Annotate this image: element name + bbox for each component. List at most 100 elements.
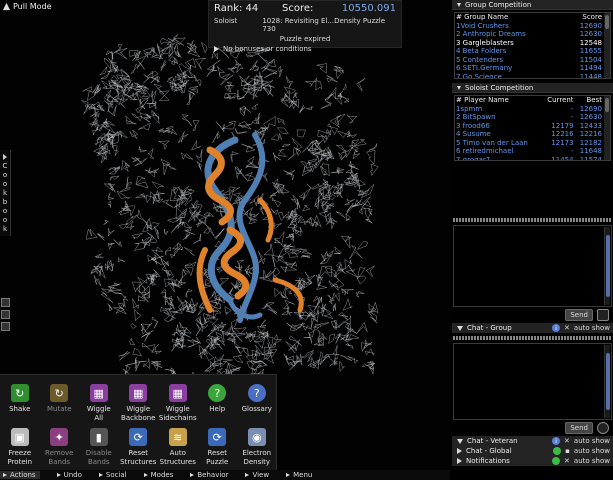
cookbook-letter: o	[2, 180, 8, 188]
lock-button[interactable]: ▣ Freeze Protein	[0, 428, 40, 466]
lock-icon: ▣	[10, 428, 29, 446]
chat-group-log[interactable]	[453, 225, 612, 307]
remove-bands-icon: ✦	[50, 428, 69, 446]
table-row[interactable]: 3 frood66 12179 12433	[455, 122, 603, 131]
table-row[interactable]: 6 SETI.Germany 11494	[455, 64, 603, 73]
info-icon[interactable]: i	[552, 324, 561, 332]
table-cell: 4 Susume	[456, 130, 491, 138]
table-row[interactable]: 5 Contenders 11504	[455, 56, 603, 65]
notifications-bar[interactable]: Notifications ✕ auto show	[452, 456, 613, 466]
soloist-leaderboard[interactable]: # Player Name Current Best 1spmm -12690 2 Bit…	[454, 95, 611, 161]
pull-mode-toggle[interactable]: Pull Mode	[2, 2, 52, 11]
menu-modes[interactable]: Modes	[141, 471, 173, 479]
table-row[interactable]: 7 grogar7 11454 11574	[455, 156, 603, 161]
table-cell: 12690	[579, 21, 602, 30]
action-label: Shake	[9, 405, 31, 413]
auto-show-label: auto show	[573, 324, 610, 332]
chat-group-bar[interactable]: Chat - Group i ✕ auto show	[452, 323, 613, 333]
send-button[interactable]: Send	[565, 422, 593, 434]
protein-ribbon[interactable]	[272, 277, 304, 313]
column-header[interactable]: Score	[566, 13, 603, 22]
collapse-arrow-icon	[457, 438, 463, 444]
menu-undo[interactable]: Undo	[54, 471, 82, 479]
status-icon[interactable]	[553, 447, 562, 455]
menu-label: Social	[105, 471, 127, 479]
close-icon[interactable]: ✕	[564, 457, 570, 465]
column-header[interactable]: Best	[575, 96, 603, 105]
column-header[interactable]: # Group Name	[455, 13, 566, 22]
column-header[interactable]: Current	[541, 96, 574, 105]
disable-bands-button[interactable]: ▮ Disable Bands	[79, 428, 119, 466]
send-button[interactable]: Send	[565, 309, 593, 321]
menu-view[interactable]: View	[242, 471, 269, 479]
table-cell: -	[571, 113, 574, 121]
info-icon[interactable]: i	[552, 437, 561, 445]
table-cell: 7 Go Science	[456, 72, 502, 79]
remove-bands-button[interactable]: ✦ Remove Bands	[40, 428, 80, 466]
cookbook-tab[interactable]: Cookbook	[0, 150, 11, 236]
checkbox-icon[interactable]: ▪	[565, 447, 570, 455]
soloist-competition-header[interactable]: Soloist Competition	[452, 83, 613, 93]
reset-structures-button[interactable]: ⟳ Reset Structures	[119, 428, 159, 466]
table-cell: 12173	[551, 138, 574, 147]
table-cell: 1spmm	[456, 104, 483, 113]
table-row[interactable]: 2 Anthropic Dreams 12630	[455, 30, 603, 39]
scrollbar[interactable]	[604, 96, 610, 160]
reset-puzzle-icon: ⟳	[208, 428, 227, 446]
help-button[interactable]: ? Help	[198, 384, 238, 422]
table-row[interactable]: 6 retiredmichael -11648	[455, 147, 603, 156]
electron-density-button[interactable]: ◉ Electron Density	[237, 428, 277, 466]
protein-ribbon[interactable]	[196, 247, 213, 313]
status-icon[interactable]	[552, 457, 561, 465]
table-row[interactable]: 7 Go Science 11448	[455, 72, 603, 79]
reset-puzzle-button[interactable]: ⟳ Reset Puzzle	[198, 428, 238, 466]
wiggle-all-button[interactable]: ▦ Wiggle All	[79, 384, 119, 422]
table-row[interactable]: 3 Gargleblasters 12548	[455, 39, 603, 48]
mutate-button[interactable]: ↻ Mutate	[40, 384, 80, 422]
pull-mode-label: Pull Mode	[13, 2, 52, 11]
electron-density-icon: ◉	[247, 428, 266, 446]
table-row[interactable]: 4 Susume 12216 12216	[455, 130, 603, 139]
screenshot-icon[interactable]	[1, 298, 10, 307]
density-mesh	[100, 120, 215, 240]
menu-social[interactable]: Social	[96, 471, 127, 479]
table-row[interactable]: 4 Beta Folders 11655	[455, 47, 603, 56]
save-icon[interactable]	[1, 310, 10, 319]
table-row[interactable]: 2 BitSpawn -12630	[455, 113, 603, 122]
chat-veteran-log[interactable]	[453, 343, 612, 420]
table-row[interactable]: 1Void Crushers 12690	[455, 22, 603, 31]
table-row[interactable]: 5 Timo van der Laan 12173 12182	[455, 139, 603, 148]
shake-button[interactable]: ↻ Shake	[0, 384, 40, 422]
clock-icon[interactable]	[597, 422, 609, 434]
collapse-arrow-icon	[457, 325, 463, 331]
notes-icon[interactable]	[1, 322, 10, 331]
table-cell: 12433	[579, 121, 602, 130]
arrow-icon	[245, 473, 250, 477]
menu-menu[interactable]: Menu	[283, 471, 312, 479]
camera-icon[interactable]	[597, 309, 609, 321]
conditions-toggle[interactable]: No bonuses or conditions	[214, 45, 396, 53]
scrollbar[interactable]	[604, 345, 610, 418]
group-competition-title: Group Competition	[465, 0, 532, 9]
chat-veteran-bar[interactable]: Chat - Veteran i ✕ auto show	[452, 436, 613, 446]
menu-behavior[interactable]: Behavior	[187, 471, 228, 479]
protein-ribbon[interactable]	[257, 197, 274, 243]
group-competition-header[interactable]: Group Competition	[452, 0, 613, 10]
group-leaderboard[interactable]: # Group Name Score 1Void Crushers 12690 2 An…	[454, 12, 611, 79]
table-row[interactable]: 1spmm -12690	[455, 105, 603, 114]
scrollbar[interactable]	[604, 13, 610, 78]
auto-show-label: auto show	[573, 437, 610, 445]
wiggle-backbone-button[interactable]: ▦ Wiggle Backbone	[119, 384, 159, 422]
arrow-icon	[190, 473, 195, 477]
glossary-button[interactable]: ? Glossary	[237, 384, 277, 422]
puzzle-title: 1028: Revisiting El...Density Puzzle 730	[262, 17, 386, 33]
menu-actions[interactable]: Actions	[0, 471, 40, 479]
close-icon[interactable]: ✕	[564, 437, 570, 445]
close-icon[interactable]: ✕	[564, 324, 570, 332]
score-label: Score:	[282, 3, 314, 14]
chat-global-bar[interactable]: Chat - Global ▪ auto show	[452, 446, 613, 456]
auto-structures-button[interactable]: ≋ Auto Structures	[158, 428, 198, 466]
scrollbar[interactable]	[604, 227, 610, 305]
column-header[interactable]: # Player Name	[455, 96, 541, 105]
wiggle-sidechains-button[interactable]: ▦ Wiggle Sidechains	[158, 384, 198, 422]
